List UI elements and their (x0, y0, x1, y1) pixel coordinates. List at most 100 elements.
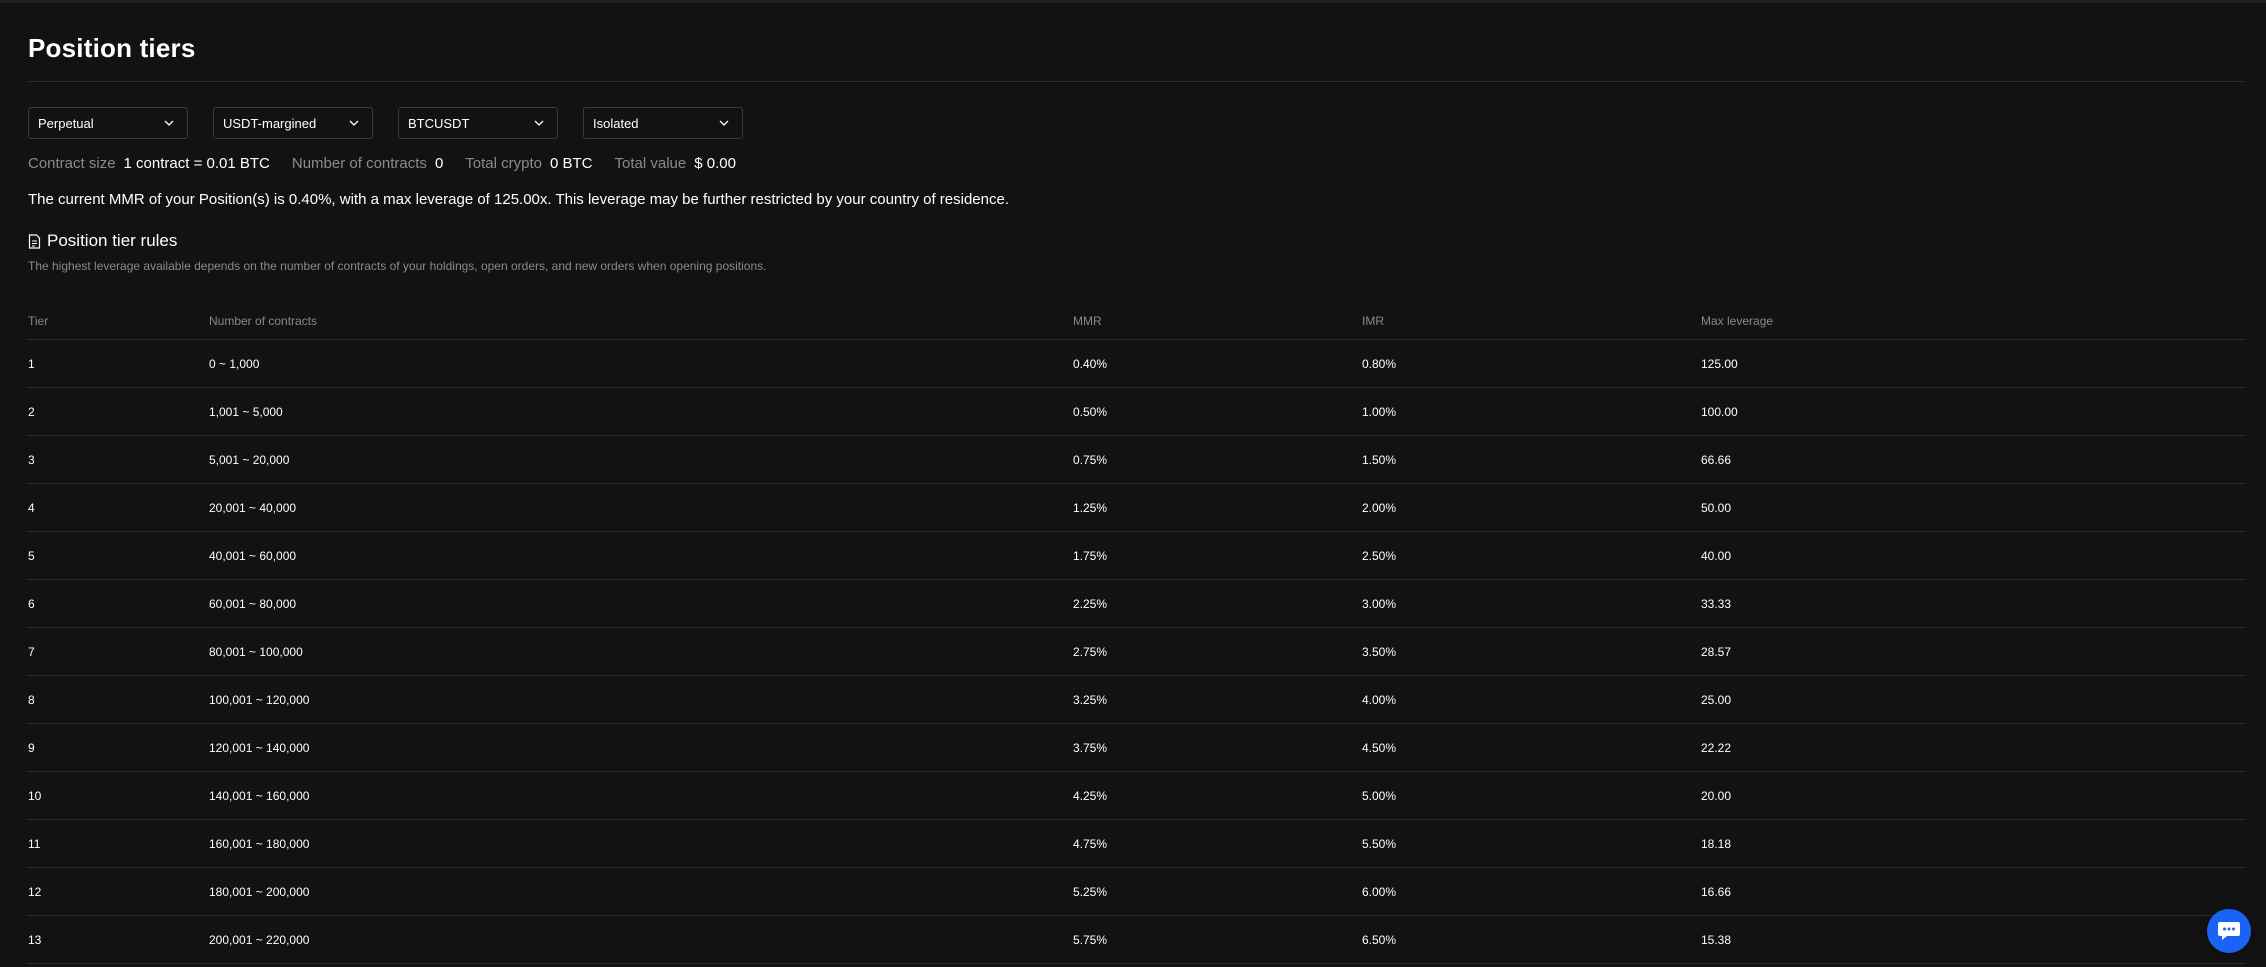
contract-info-row: Contract size 1 contract = 0.01 BTC Numb… (28, 155, 758, 172)
cell-max-leverage: 18.18 (1701, 819, 2244, 868)
tier-table: Tier Number of contracts MMR IMR Max lev… (28, 303, 2244, 964)
cell-tier: 11 (28, 819, 209, 868)
table-row: 13 200,001 ~ 220,000 5.75% 6.50% 15.38 (28, 915, 2244, 964)
cell-imr: 1.00% (1362, 387, 1701, 436)
margin-type-select[interactable]: USDT-margined (213, 107, 373, 139)
cell-tier: 7 (28, 627, 209, 676)
cell-mmr: 4.75% (1073, 819, 1362, 868)
table-row: 4 20,001 ~ 40,000 1.25% 2.00% 50.00 (28, 483, 2244, 532)
total-value-value: $ 0.00 (694, 155, 736, 172)
cell-max-leverage: 25.00 (1701, 675, 2244, 724)
cell-imr: 3.00% (1362, 579, 1701, 628)
table-row: 5 40,001 ~ 60,000 1.75% 2.50% 40.00 (28, 531, 2244, 580)
header-contracts: Number of contracts (209, 303, 1073, 340)
cell-tier: 10 (28, 771, 209, 820)
cell-contracts: 20,001 ~ 40,000 (209, 483, 1073, 532)
chevron-down-icon (164, 120, 174, 126)
table-header-row: Tier Number of contracts MMR IMR Max lev… (28, 303, 2244, 340)
cell-tier: 3 (28, 435, 209, 484)
header-mmr: MMR (1073, 303, 1362, 340)
cell-imr: 5.50% (1362, 819, 1701, 868)
cell-imr: 4.50% (1362, 723, 1701, 772)
cell-mmr: 0.40% (1073, 339, 1362, 388)
table-row: 8 100,001 ~ 120,000 3.25% 4.00% 25.00 (28, 675, 2244, 724)
cell-mmr: 2.75% (1073, 627, 1362, 676)
cell-max-leverage: 40.00 (1701, 531, 2244, 580)
contract-type-value: Perpetual (38, 115, 94, 131)
cell-contracts: 80,001 ~ 100,000 (209, 627, 1073, 676)
margin-type-value: USDT-margined (223, 115, 317, 131)
num-contracts-value: 0 (434, 155, 444, 172)
cell-mmr: 0.75% (1073, 435, 1362, 484)
cell-mmr: 1.25% (1073, 483, 1362, 532)
cell-imr: 4.00% (1362, 675, 1701, 724)
margin-mode-value: Isolated (593, 115, 639, 131)
chat-button[interactable] (2207, 909, 2251, 953)
cell-imr: 2.50% (1362, 531, 1701, 580)
table-row: 3 5,001 ~ 20,000 0.75% 1.50% 66.66 (28, 435, 2244, 484)
cell-contracts: 120,001 ~ 140,000 (209, 723, 1073, 772)
cell-imr: 5.00% (1362, 771, 1701, 820)
position-tiers-page: Position tiers Perpetual USDT-margined B… (0, 0, 2266, 967)
symbol-value: BTCUSDT (408, 115, 470, 131)
cell-max-leverage: 20.00 (1701, 771, 2244, 820)
cell-contracts: 100,001 ~ 120,000 (209, 675, 1073, 724)
cell-imr: 2.00% (1362, 483, 1701, 532)
table-row: 1 0 ~ 1,000 0.40% 0.80% 125.00 (28, 339, 2244, 388)
cell-tier: 2 (28, 387, 209, 436)
chevron-down-icon (534, 120, 544, 126)
table-row: 11 160,001 ~ 180,000 4.75% 5.50% 18.18 (28, 819, 2244, 868)
cell-max-leverage: 16.66 (1701, 867, 2244, 916)
table-row: 7 80,001 ~ 100,000 2.75% 3.50% 28.57 (28, 627, 2244, 676)
cell-tier: 5 (28, 531, 209, 580)
table-row: 6 60,001 ~ 80,000 2.25% 3.00% 33.33 (28, 579, 2244, 628)
page-title: Position tiers (28, 33, 196, 63)
cell-mmr: 5.75% (1073, 915, 1362, 964)
table-row: 10 140,001 ~ 160,000 4.25% 5.00% 20.00 (28, 771, 2244, 820)
cell-max-leverage: 100.00 (1701, 387, 2244, 436)
title-divider (28, 81, 2244, 82)
cell-contracts: 60,001 ~ 80,000 (209, 579, 1073, 628)
cell-contracts: 200,001 ~ 220,000 (209, 915, 1073, 964)
chat-icon (2218, 922, 2240, 940)
table-row: 9 120,001 ~ 140,000 3.75% 4.50% 22.22 (28, 723, 2244, 772)
contract-type-select[interactable]: Perpetual (28, 107, 188, 139)
cell-max-leverage: 50.00 (1701, 483, 2244, 532)
rules-heading-text: Position tier rules (47, 231, 178, 250)
cell-imr: 1.50% (1362, 435, 1701, 484)
symbol-select[interactable]: BTCUSDT (398, 107, 558, 139)
mmr-notice: The current MMR of your Position(s) is 0… (28, 191, 1009, 208)
contract-size-label: Contract size (28, 155, 116, 172)
cell-contracts: 1,001 ~ 5,000 (209, 387, 1073, 436)
cell-imr: 0.80% (1362, 339, 1701, 388)
cell-contracts: 140,001 ~ 160,000 (209, 771, 1073, 820)
cell-tier: 4 (28, 483, 209, 532)
header-imr: IMR (1362, 303, 1701, 340)
cell-contracts: 180,001 ~ 200,000 (209, 867, 1073, 916)
cell-mmr: 1.75% (1073, 531, 1362, 580)
num-contracts-label: Number of contracts (291, 155, 427, 172)
cell-tier: 12 (28, 867, 209, 916)
margin-mode-select[interactable]: Isolated (583, 107, 743, 139)
cell-max-leverage: 125.00 (1701, 339, 2244, 388)
cell-contracts: 0 ~ 1,000 (209, 339, 1073, 388)
header-max-leverage: Max leverage (1701, 303, 2244, 340)
cell-contracts: 5,001 ~ 20,000 (209, 435, 1073, 484)
cell-max-leverage: 66.66 (1701, 435, 2244, 484)
cell-max-leverage: 22.22 (1701, 723, 2244, 772)
filter-bar: Perpetual USDT-margined BTCUSDT Isolated (28, 107, 743, 139)
cell-mmr: 3.75% (1073, 723, 1362, 772)
cell-tier: 6 (28, 579, 209, 628)
total-crypto-label: Total crypto (465, 155, 542, 172)
contract-size-value: 1 contract = 0.01 BTC (123, 155, 270, 172)
rules-heading: Position tier rules (28, 231, 177, 251)
total-value-label: Total value (614, 155, 687, 172)
cell-imr: 6.00% (1362, 867, 1701, 916)
document-icon (28, 233, 41, 249)
cell-tier: 8 (28, 675, 209, 724)
cell-imr: 6.50% (1362, 915, 1701, 964)
cell-max-leverage: 15.38 (1701, 915, 2244, 964)
cell-mmr: 4.25% (1073, 771, 1362, 820)
cell-imr: 3.50% (1362, 627, 1701, 676)
cell-max-leverage: 33.33 (1701, 579, 2244, 628)
